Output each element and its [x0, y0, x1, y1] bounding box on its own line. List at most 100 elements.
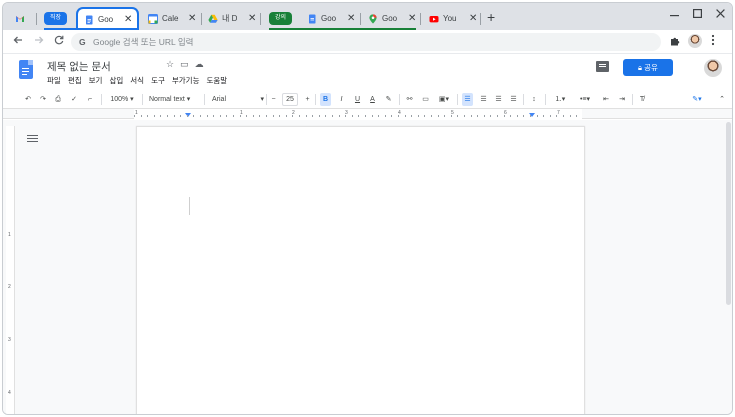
ruler-tick: [398, 115, 399, 117]
close-icon[interactable]: ✕: [188, 13, 196, 24]
document-outline-icon[interactable]: [27, 134, 38, 144]
font-value: Arial: [212, 96, 227, 103]
close-icon[interactable]: ✕: [469, 13, 477, 24]
share-button[interactable]: 🔒︎ 공유: [623, 59, 673, 76]
move-folder-icon[interactable]: ▭: [180, 59, 195, 69]
ruler-tick: [530, 115, 531, 117]
menu-insert[interactable]: 삽입: [109, 75, 123, 86]
tab-separator: [420, 13, 421, 25]
vertical-scrollbar[interactable]: [726, 122, 731, 305]
document-page[interactable]: [136, 126, 585, 414]
tab-title: Cale: [162, 14, 179, 23]
ruler-tick: [292, 115, 294, 117]
ruler-tick: [424, 115, 426, 117]
menu-view[interactable]: 보기: [89, 75, 103, 86]
comment-history-icon[interactable]: [596, 61, 609, 72]
decrease-indent-icon[interactable]: ⇤: [600, 93, 612, 106]
ruler-tick: [365, 115, 366, 117]
new-tab-button[interactable]: +: [487, 9, 495, 25]
underline-button[interactable]: U: [352, 93, 363, 106]
print-icon[interactable]: ⎙: [53, 93, 63, 106]
docs-logo-icon[interactable]: [19, 60, 33, 79]
undo-icon[interactable]: ↶: [23, 93, 33, 106]
link-icon[interactable]: ⚯: [404, 93, 415, 106]
ruler-tick: [391, 115, 393, 117]
google-g-icon: G: [79, 37, 86, 47]
tab-calendar[interactable]: Cale ✕: [142, 7, 196, 30]
align-center-icon[interactable]: ☰: [478, 93, 489, 106]
account-avatar[interactable]: [704, 59, 722, 77]
star-icon[interactable]: ☆: [166, 59, 180, 69]
tab-gmail[interactable]: [9, 7, 29, 30]
close-icon[interactable]: ✕: [124, 14, 132, 25]
bulleted-list-icon[interactable]: •≡▾: [575, 93, 595, 106]
align-right-icon[interactable]: ☰: [493, 93, 504, 106]
close-icon[interactable]: ✕: [248, 13, 256, 24]
comment-add-icon[interactable]: ▭: [420, 93, 431, 106]
chrome-menu-button[interactable]: [711, 34, 715, 49]
align-left-icon[interactable]: ☰: [462, 93, 473, 106]
increase-indent-icon[interactable]: ⇥: [616, 93, 628, 106]
minimize-button[interactable]: [670, 9, 679, 21]
font-size-input[interactable]: 25: [282, 93, 298, 106]
menu-addons[interactable]: 부가기능: [172, 75, 200, 86]
tab-drive[interactable]: 내 D ✕: [202, 7, 256, 30]
editing-mode-button[interactable]: ✎▾: [686, 93, 708, 106]
clear-formatting-icon[interactable]: T̸: [636, 93, 648, 106]
ruler-tick: [536, 115, 538, 117]
increase-font-size-button[interactable]: +: [303, 93, 312, 106]
paint-format-icon[interactable]: ⌐: [85, 93, 95, 106]
align-justify-icon[interactable]: ☰: [508, 93, 519, 106]
ruler-tick: [226, 115, 228, 117]
text-color-button[interactable]: A: [367, 93, 378, 106]
chevron-up-icon[interactable]: ⌃: [717, 93, 727, 106]
reload-button[interactable]: [54, 34, 64, 48]
italic-button[interactable]: I: [336, 93, 347, 106]
close-icon[interactable]: ✕: [347, 13, 355, 24]
forward-button[interactable]: [34, 34, 44, 48]
docs-icon: [86, 15, 93, 24]
menu-tools[interactable]: 도구: [151, 75, 165, 86]
zoom-value: 100%: [110, 96, 129, 103]
numbered-list-icon[interactable]: ⒈▾: [550, 93, 570, 106]
style-select[interactable]: Normal text ▾: [149, 93, 199, 106]
ruler-tick: [510, 115, 512, 117]
vruler-number: 4: [8, 390, 11, 396]
font-select[interactable]: Arial ▾: [212, 93, 264, 106]
document-title[interactable]: 제목 없는 문서: [47, 59, 111, 74]
profile-avatar[interactable]: [688, 34, 702, 48]
menu-file[interactable]: 파일: [47, 75, 61, 86]
close-window-button[interactable]: [716, 9, 725, 21]
close-icon[interactable]: ✕: [408, 13, 416, 24]
ruler-tick: [153, 115, 155, 117]
extensions-button[interactable]: [670, 35, 680, 49]
maximize-button[interactable]: [693, 9, 703, 21]
ruler-tick: [180, 115, 182, 117]
menu-format[interactable]: 서식: [130, 75, 144, 86]
redo-icon[interactable]: ↷: [38, 93, 48, 106]
cloud-status-icon[interactable]: ☁: [195, 59, 210, 69]
back-button[interactable]: [13, 34, 23, 48]
ruler-tick: [266, 115, 267, 117]
puzzle-icon: [671, 37, 680, 46]
tab-docs-active[interactable]: Goo ✕: [76, 7, 139, 30]
menu-edit[interactable]: 편집: [68, 75, 82, 86]
ruler-tick: [213, 115, 215, 117]
omnibox-input[interactable]: G Google 검색 또는 URL 입력: [71, 33, 661, 51]
tab-youtube[interactable]: You ✕: [423, 7, 477, 30]
decrease-font-size-button[interactable]: −: [269, 93, 278, 106]
ruler-tick: [483, 115, 485, 117]
tab-docs-2[interactable]: Goo ✕: [301, 7, 355, 30]
ruler-tick: [503, 115, 505, 117]
tab-group-lecture[interactable]: 강의: [269, 12, 293, 25]
line-spacing-icon[interactable]: ↕: [528, 93, 540, 106]
ruler-tick: [351, 115, 353, 117]
zoom-select[interactable]: 100% ▾: [107, 93, 137, 106]
menu-help[interactable]: 도움말: [206, 75, 227, 86]
tab-maps[interactable]: Goo ✕: [362, 7, 416, 30]
image-insert-icon[interactable]: ▣▾: [435, 93, 453, 106]
bold-button[interactable]: B: [320, 93, 331, 106]
tab-group-work[interactable]: 직장: [44, 12, 68, 25]
spellcheck-icon[interactable]: ✓: [69, 93, 79, 106]
highlight-icon[interactable]: ✎: [383, 93, 394, 106]
